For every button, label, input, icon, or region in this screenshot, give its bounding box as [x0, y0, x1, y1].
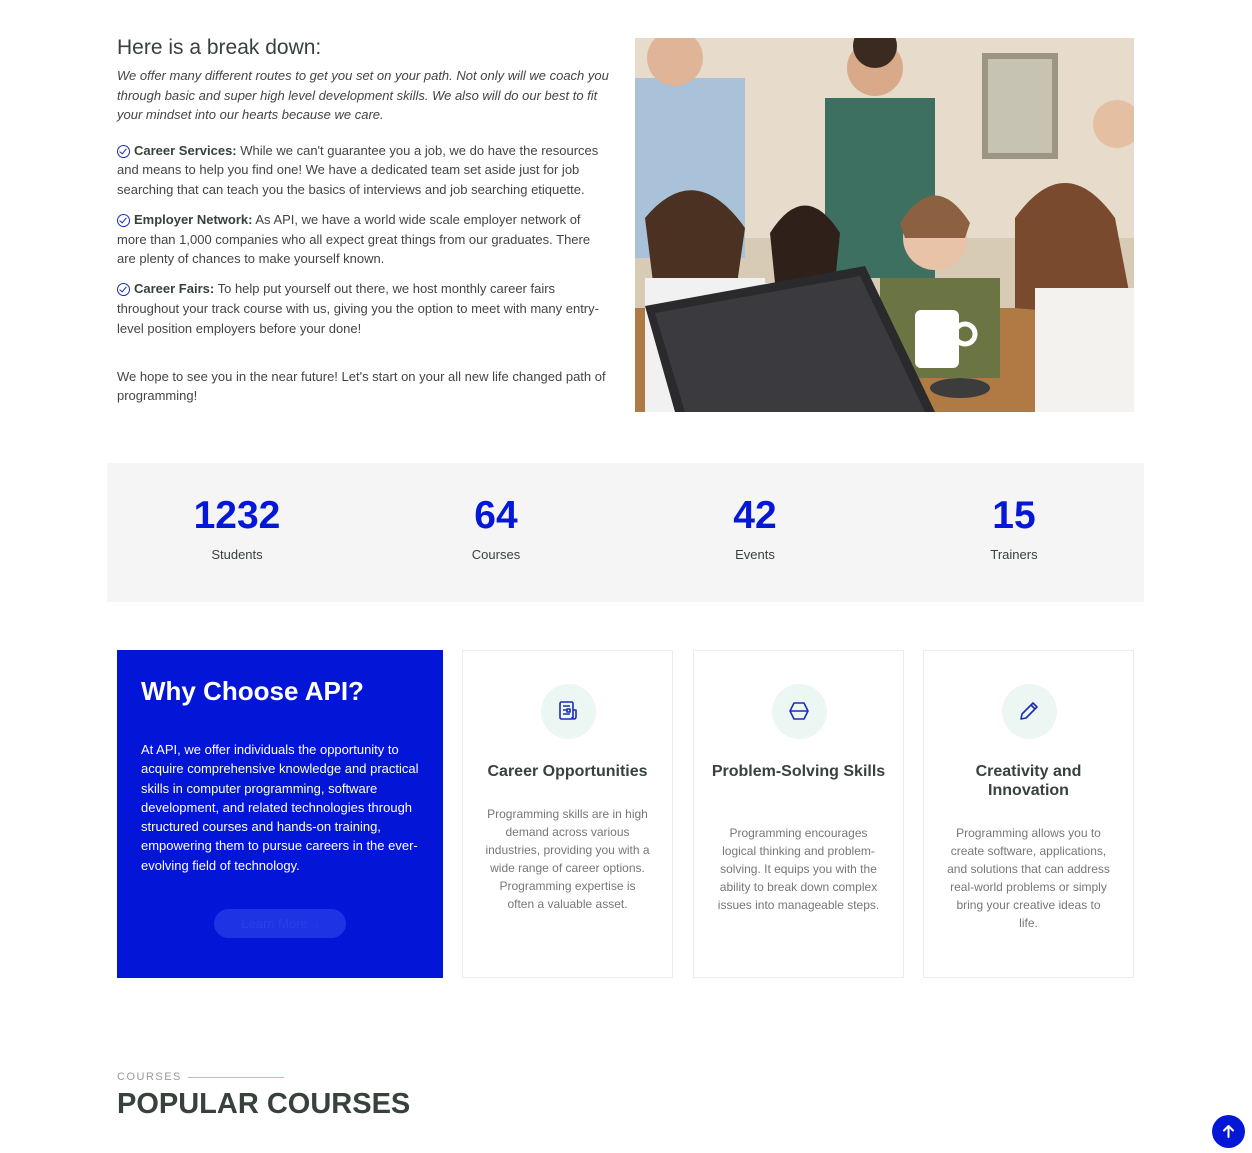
- learn-more-label: Learn More: [241, 916, 308, 931]
- breakdown-item-career-fairs: Career Fairs: To help put yourself out t…: [117, 279, 611, 338]
- breakdown-title: Here is a break down:: [117, 36, 322, 59]
- check-circle-icon: [117, 213, 130, 227]
- section-title: POPULAR COURSES: [117, 1088, 411, 1120]
- counter-students: 1232 Students: [137, 493, 337, 562]
- breakdown-section: Here is a break down: We offer many diff…: [117, 36, 611, 406]
- counter-value: 1232: [193, 494, 281, 537]
- card-description: Programming allows you to create softwar…: [947, 826, 1110, 930]
- breakdown-intro: We offer many different routes to get yo…: [117, 68, 609, 122]
- breakdown-item-employer-network: Employer Network: As API, we have a worl…: [117, 210, 611, 269]
- check-circle-icon: [117, 283, 130, 297]
- counter-label: Events: [735, 547, 775, 562]
- stats-counters: 1232 Students 64 Courses 42 Events 15 Tr…: [107, 463, 1144, 602]
- section-label: COURSES: [117, 1071, 182, 1083]
- learn-more-button[interactable]: Learn More ›: [214, 909, 346, 938]
- counter-value: 42: [733, 494, 777, 537]
- students-photo: [635, 38, 1134, 412]
- back-to-top-button[interactable]: [1212, 1115, 1245, 1148]
- counter-value: 64: [474, 494, 518, 537]
- counter-events: 42 Events: [655, 493, 855, 562]
- breakdown-outro: We hope to see you in the near future! L…: [117, 368, 606, 404]
- card-description: Programming encourages logical thinking …: [717, 826, 880, 912]
- card-description: Programming skills are in high demand ac…: [485, 807, 650, 911]
- counter-value: 15: [992, 494, 1036, 537]
- pencil-icon: [1002, 684, 1057, 739]
- why-choose-title: Why Choose API?: [141, 676, 364, 706]
- why-choose-box: Why Choose API? At API, we offer individ…: [117, 650, 443, 978]
- breakdown-item-title: Career Services:: [134, 142, 237, 158]
- card-career-opportunities: Career Opportunities Programming skills …: [462, 650, 673, 978]
- breakdown-item-career-services: Career Services: While we can't guarante…: [117, 141, 611, 200]
- chevron-right-icon: ›: [315, 920, 319, 931]
- counter-courses: 64 Courses: [396, 493, 596, 562]
- counter-label: Trainers: [990, 547, 1038, 562]
- counter-trainers: 15 Trainers: [914, 493, 1114, 562]
- card-title: Problem-Solving Skills: [711, 763, 886, 780]
- card-creativity-innovation: Creativity and Innovation Programming al…: [923, 650, 1134, 978]
- why-choose-text: At API, we offer individuals the opportu…: [141, 742, 419, 873]
- counter-label: Students: [211, 547, 263, 562]
- breakdown-item-title: Employer Network:: [134, 211, 253, 227]
- card-title: Creativity and Innovation: [975, 763, 1082, 799]
- card-problem-solving: Problem-Solving Skills Programming encou…: [693, 650, 904, 978]
- counter-label: Courses: [471, 547, 521, 562]
- receipt-icon: [541, 684, 596, 739]
- arrow-up-icon: [1223, 1125, 1234, 1138]
- breakdown-item-title: Career Fairs:: [134, 281, 215, 297]
- section-divider: [188, 1077, 284, 1078]
- check-circle-icon: [117, 144, 130, 158]
- card-title: Career Opportunities: [487, 763, 648, 780]
- cube-icon: [772, 684, 827, 739]
